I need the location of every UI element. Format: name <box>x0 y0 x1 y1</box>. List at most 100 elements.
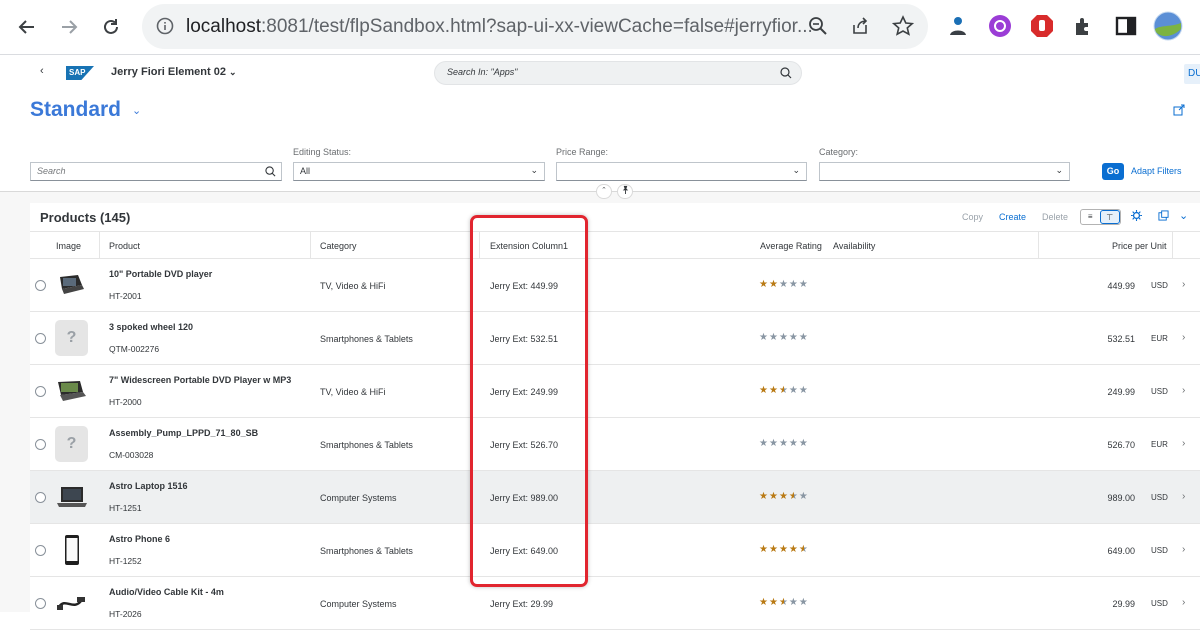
row-navigation-icon[interactable]: › <box>1182 544 1185 555</box>
back-icon[interactable] <box>10 10 44 44</box>
extension-value: Jerry Ext: 526.70 <box>490 440 559 450</box>
editing-status-label: Editing Status: <box>293 147 352 157</box>
table-column-header: Image Product Category Extension Column1… <box>30 231 1200 260</box>
currency-code: EUR <box>1151 334 1168 343</box>
price-range-select[interactable]: ⌄ <box>556 162 807 181</box>
rating-star-icon: ★ <box>798 544 809 555</box>
collapse-header-icon[interactable]: ˆ <box>596 184 612 199</box>
search-icon[interactable] <box>780 66 792 84</box>
table-row[interactable]: ? Assembly_Pump_LPPD_71_80_SB CM-003028 Sma… <box>30 418 1200 471</box>
rating-star-icon: ★ <box>788 491 799 502</box>
placeholder-image: ? <box>55 320 88 356</box>
purple-extension-icon[interactable] <box>986 12 1014 40</box>
user-avatar[interactable]: DU <box>1184 64 1200 84</box>
filter-search-input[interactable]: Search <box>30 162 282 181</box>
puzzle-extensions-icon[interactable] <box>1070 12 1098 40</box>
row-navigation-icon[interactable]: › <box>1182 279 1185 290</box>
compact-view-icon[interactable]: ⊤ <box>1099 210 1120 224</box>
row-select-radio[interactable] <box>35 333 46 344</box>
col-category[interactable]: Category <box>320 241 357 251</box>
placeholder-image: ? <box>55 426 88 462</box>
shell-search-input[interactable]: Search In: "Apps" <box>434 61 802 85</box>
currency-code: USD <box>1151 281 1168 290</box>
sap-logo[interactable]: SAP <box>66 66 94 80</box>
col-average-rating[interactable]: Average Rating <box>760 241 822 251</box>
cable-image <box>55 585 88 621</box>
export-icon[interactable] <box>1158 210 1169 224</box>
delete-button[interactable]: Delete <box>1042 212 1068 222</box>
editing-status-select[interactable]: All ⌄ <box>293 162 545 181</box>
row-navigation-icon[interactable]: › <box>1182 332 1185 343</box>
rating-star-icon: ★ <box>768 544 779 555</box>
extension-value: Jerry Ext: 29.99 <box>490 599 554 609</box>
rating-star-icon: ★ <box>788 438 799 449</box>
product-name: 10" Portable DVD player <box>109 269 213 279</box>
rating-star-icon: ★ <box>798 332 809 343</box>
rating-star-icon: ★ <box>768 332 779 343</box>
rating-stars: ★★★★★ <box>759 385 809 396</box>
share-page-icon[interactable] <box>850 16 870 41</box>
rating-star-icon: ★ <box>788 332 799 343</box>
chevron-down-icon: ⌄ <box>1055 165 1063 175</box>
address-bar[interactable]: localhost:8081/test/flpSandbox.html?sap-… <box>142 4 928 49</box>
col-image[interactable]: Image <box>56 241 81 251</box>
row-navigation-icon[interactable]: › <box>1182 491 1185 502</box>
rating-star-icon: ★ <box>778 544 789 555</box>
rating-star-icon: ★ <box>788 597 799 608</box>
row-select-radio[interactable] <box>35 598 46 609</box>
settings-gear-icon[interactable] <box>1131 210 1142 224</box>
extension-value: Jerry Ext: 249.99 <box>490 387 559 397</box>
table-row[interactable]: Audio/Video Cable Kit - 4m HT-2026 Compute… <box>30 577 1200 630</box>
product-category: Computer Systems <box>320 599 397 609</box>
rating-star-icon: ★ <box>768 279 779 290</box>
user-extension-icon[interactable] <box>944 12 972 40</box>
forward-icon[interactable] <box>52 10 86 44</box>
adblock-icon[interactable] <box>1028 12 1056 40</box>
pin-header-icon[interactable] <box>617 184 633 199</box>
product-id: QTM-002276 <box>109 344 160 354</box>
reload-icon[interactable] <box>94 10 128 44</box>
table-row[interactable]: ? 3 spoked wheel 120 QTM-002276 Smartphones… <box>30 312 1200 365</box>
category-select[interactable]: ⌄ <box>819 162 1070 181</box>
product-name: Audio/Video Cable Kit - 4m <box>109 587 224 597</box>
list-view-icon[interactable]: ≡ <box>1081 210 1100 224</box>
share-icon[interactable] <box>1173 104 1185 119</box>
go-button[interactable]: Go <box>1102 163 1124 180</box>
rating-stars: ★★★★★ <box>759 597 809 608</box>
row-select-radio[interactable] <box>35 280 46 291</box>
adapt-filters-button[interactable]: Adapt Filters <box>1131 166 1182 176</box>
zoom-icon[interactable] <box>808 16 828 41</box>
density-toggle[interactable]: ≡ ⊤ <box>1080 209 1121 225</box>
dvd-player-image <box>55 267 88 303</box>
variant-title[interactable]: Standard <box>30 98 121 122</box>
side-panel-icon[interactable] <box>1112 12 1140 40</box>
search-icon[interactable] <box>265 166 276 179</box>
table-row[interactable]: Astro Phone 6 HT-1252 Smartphones & Tablet… <box>30 524 1200 577</box>
row-navigation-icon[interactable]: › <box>1182 438 1185 449</box>
table-row[interactable]: Astro Laptop 1516 HT-1251 Computer Systems… <box>30 471 1200 524</box>
row-select-radio[interactable] <box>35 386 46 397</box>
col-availability[interactable]: Availability <box>833 241 875 251</box>
copy-button[interactable]: Copy <box>962 212 983 222</box>
export-menu-chevron-icon[interactable]: ⌄ <box>1179 209 1188 222</box>
variant-chevron-icon[interactable]: ⌄ <box>132 104 141 117</box>
row-select-radio[interactable] <box>35 492 46 503</box>
row-navigation-icon[interactable]: › <box>1182 385 1185 396</box>
col-price-per-unit[interactable]: Price per Unit <box>1112 241 1167 251</box>
row-navigation-icon[interactable]: › <box>1182 597 1185 608</box>
col-extension[interactable]: Extension Column1 <box>490 241 568 251</box>
product-category: Computer Systems <box>320 493 397 503</box>
app-title[interactable]: Jerry Fiori Element 02 ⌄ <box>111 66 237 78</box>
site-info-icon[interactable] <box>156 17 174 40</box>
profile-avatar[interactable] <box>1152 10 1184 42</box>
table-row[interactable]: 7" Widescreen Portable DVD Player w MP3 H… <box>30 365 1200 418</box>
row-select-radio[interactable] <box>35 439 46 450</box>
extension-value: Jerry Ext: 449.99 <box>490 281 559 291</box>
shell-back-icon[interactable]: ‹ <box>40 65 44 77</box>
table-row[interactable]: 10" Portable DVD player HT-2001 TV, Video … <box>30 259 1200 312</box>
col-product[interactable]: Product <box>109 241 140 251</box>
rating-star-icon: ★ <box>759 438 769 449</box>
row-select-radio[interactable] <box>35 545 46 556</box>
create-button[interactable]: Create <box>999 212 1026 222</box>
bookmark-star-icon[interactable] <box>891 15 915 42</box>
